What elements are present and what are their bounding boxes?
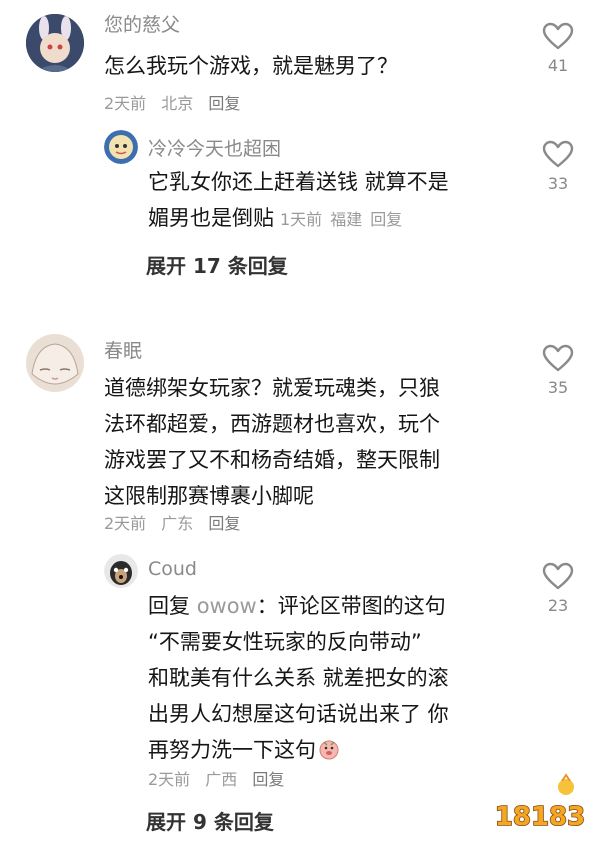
watermark-logo: 18183 <box>492 773 588 839</box>
reply-date: 2天前 <box>148 770 191 789</box>
comment-text-line: 法环都超爱，西游题材也喜欢，玩个 <box>104 412 440 436</box>
reply-text-line: 媚男也是倒贴 1天前 福建 回复 <box>148 200 528 238</box>
comment-meta: 2天前 北京 回复 <box>104 90 250 114</box>
expand-replies-button[interactable]: 展开 17 条回复 <box>146 250 288 279</box>
reply-text-line: 出男人幻想屋这句话说出来了 你 <box>148 702 449 726</box>
reply-prefix: 回复 <box>148 594 190 618</box>
reply-location: 广西 <box>205 770 238 789</box>
like-button[interactable]: 41 <box>538 22 578 75</box>
comment-date: 2天前 <box>104 94 147 113</box>
comment-text-line: 道德绑架女玩家？就爱玩魂类，只狼 <box>104 376 440 400</box>
heart-icon <box>542 140 574 168</box>
comment-text: 道德绑架女玩家？就爱玩魂类，只狼 法环都超爱，西游题材也喜欢，玩个 游戏罢了又不… <box>104 370 524 514</box>
reply-text-line: 和耽美有什么关系 就差把女的滚 <box>148 666 449 690</box>
reply-text: 它乳女你还上赶着送钱 就算不是 媚男也是倒贴 1天前 福建 回复 <box>148 164 528 238</box>
reply-avatar[interactable] <box>104 554 138 588</box>
comment-date: 2天前 <box>104 514 147 533</box>
comment-text-line: 游戏罢了又不和杨奇结婚，整天限制 <box>104 448 440 472</box>
like-button[interactable]: 33 <box>538 140 578 193</box>
like-count: 41 <box>547 56 569 75</box>
emoji-icon <box>319 740 339 760</box>
comment-text-line: 这限制那赛博裹小脚呢 <box>104 484 314 508</box>
reply-avatar[interactable] <box>104 130 138 164</box>
reply-target-username[interactable]: owow <box>197 594 257 618</box>
reply-text-tail: 媚男也是倒贴 <box>148 206 274 230</box>
reply-meta: 1天前 福建 回复 <box>280 210 410 229</box>
like-button[interactable]: 23 <box>538 562 578 615</box>
comment-username[interactable]: 您的慈父 <box>104 10 180 37</box>
like-button[interactable]: 35 <box>538 344 578 397</box>
reply-text: 回复 owow：评论区带图的这句 “不需要女性玩家的反向带动” 和耽美有什么关系… <box>148 588 528 768</box>
reply-username[interactable]: Coud <box>148 558 197 580</box>
reply-text-line: 它乳女你还上赶着送钱 就算不是 <box>148 170 449 194</box>
reply-button[interactable]: 回复 <box>208 94 240 113</box>
heart-icon <box>542 22 574 50</box>
heart-icon <box>542 344 574 372</box>
reply-text-line: 再努力洗一下这句 <box>148 732 528 768</box>
reply-text-segment: 再努力洗一下这句 <box>148 738 316 762</box>
comment-location: 广东 <box>161 514 194 533</box>
reply-username[interactable]: 冷冷今天也超困 <box>148 134 281 161</box>
reply-button[interactable]: 回复 <box>370 210 402 229</box>
reply-date: 1天前 <box>280 210 323 229</box>
like-count: 23 <box>547 596 569 615</box>
reply-button[interactable]: 回复 <box>252 770 284 789</box>
reply-button[interactable]: 回复 <box>208 514 240 533</box>
like-count: 35 <box>547 378 569 397</box>
reply-meta: 2天前 广西 回复 <box>148 766 294 790</box>
comment-meta: 2天前 广东 回复 <box>104 510 250 534</box>
comment-text: 怎么我玩个游戏，就是魅男了？ <box>104 54 398 78</box>
comment-location: 北京 <box>161 94 194 113</box>
reply-text-line: “不需要女性玩家的反向带动” <box>148 630 422 654</box>
reply-text-segment: ：评论区带图的这句 <box>256 594 446 618</box>
reply-location: 福建 <box>330 210 363 229</box>
avatar[interactable] <box>26 14 84 72</box>
svg-text:18183: 18183 <box>495 802 585 832</box>
heart-icon <box>542 562 574 590</box>
avatar[interactable] <box>26 334 84 392</box>
like-count: 33 <box>547 174 569 193</box>
comment-username[interactable]: 春眠 <box>104 336 142 363</box>
expand-replies-button[interactable]: 展开 9 条回复 <box>146 806 274 835</box>
reply-text-line: 回复 owow：评论区带图的这句 <box>148 588 528 624</box>
